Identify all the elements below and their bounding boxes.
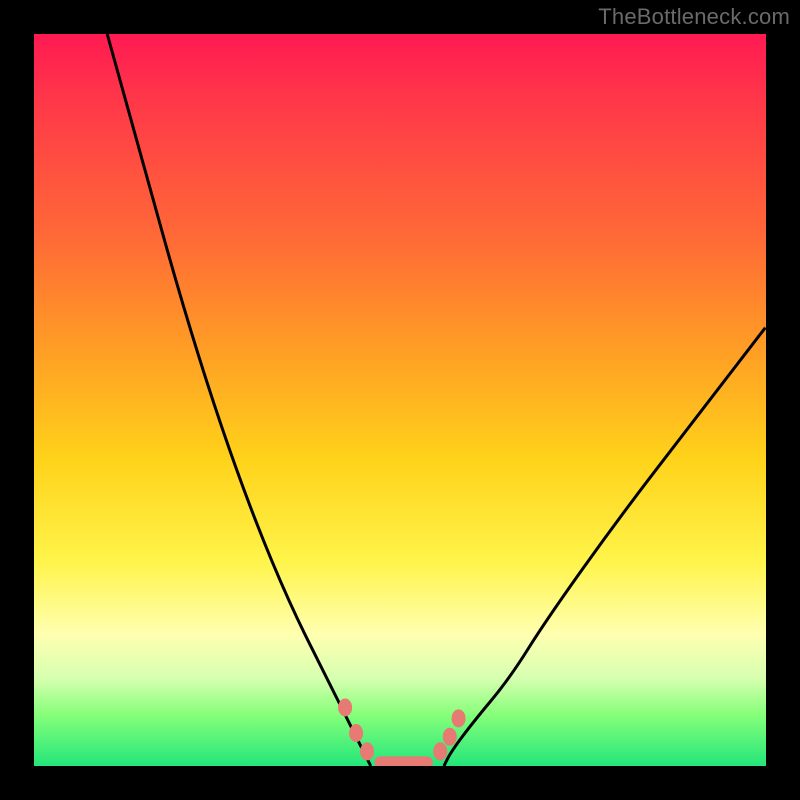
marker-left-2 (360, 742, 374, 760)
curve-left-curve (107, 34, 371, 766)
marker-left-0 (338, 698, 352, 716)
marker-left-1 (349, 724, 363, 742)
marker-right-2 (452, 709, 466, 727)
plot-area (34, 34, 766, 766)
bottom-marker-bar (374, 756, 433, 766)
chart-svg (34, 34, 766, 766)
watermark-label: TheBottleneck.com (598, 4, 790, 30)
marker-right-0 (433, 742, 447, 760)
chart-frame: TheBottleneck.com (0, 0, 800, 800)
marker-right-1 (443, 728, 457, 746)
curve-right-curve (444, 327, 766, 766)
